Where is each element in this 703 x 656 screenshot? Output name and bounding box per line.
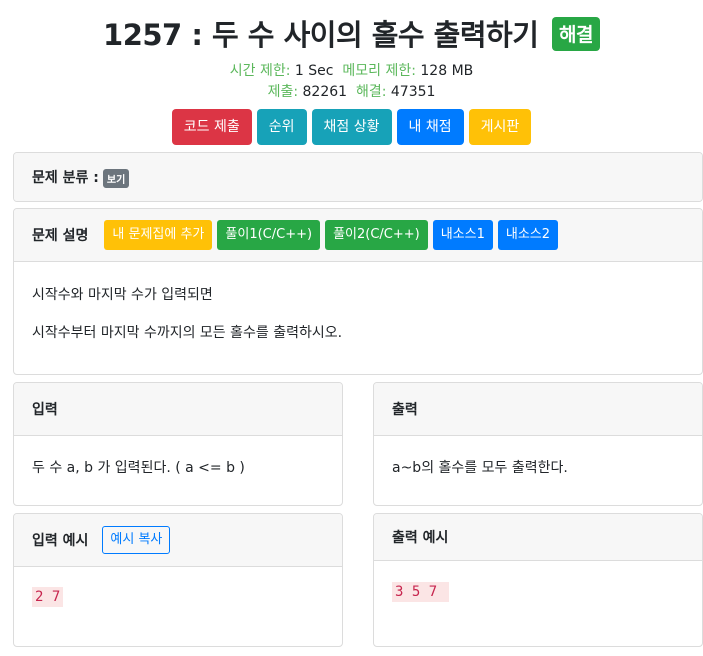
memory-limit-value: 128 MB [420,63,474,79]
category-view-button[interactable]: 보기 [102,168,130,188]
board-button[interactable]: 게시판 [468,109,532,145]
output-card: 출력 a~b의 홀수를 모두 출력한다. [373,382,703,506]
description-body: 시작수와 마지막 수가 입력되면 시작수부터 마지막 수까지의 모든 홀수를 출… [14,262,702,374]
mysource1-button[interactable]: 내소스1 [432,220,493,250]
time-limit-label: 시간 제한: [229,63,291,79]
judge-status-button[interactable]: 채점 상황 [311,109,392,145]
input-example-header: 입력 예시 예시 복사 [14,514,342,567]
output-example-label: 출력 예시 [392,530,449,546]
input-example-code: 2 7 [32,587,64,607]
input-header: 입력 [14,383,342,436]
input-body: 두 수 a, b 가 입력된다. ( a <= b ) [14,436,342,495]
limits-info: 시간 제한: 1 Sec 메모리 제한: 128 MB [0,60,703,80]
description-paragraph: 시작수와 마지막 수가 입력되면 [32,287,213,303]
input-label: 입력 [32,402,58,418]
solved-count-label: 해결: [355,84,387,100]
output-header: 출력 [374,383,702,436]
mysource2-button[interactable]: 내소스2 [497,220,559,250]
description-card: 문제 설명 내 문제집에 추가 풀이1(C/C++) 풀이2(C/C++) 내소… [13,208,703,375]
output-example-code: 3 5 7 [392,582,449,602]
solved-badge: 해결 [552,17,600,51]
input-example-card: 입력 예시 예시 복사 2 7 [13,513,343,647]
solution1-button[interactable]: 풀이1(C/C++) [217,220,321,250]
solved-count-value: 47351 [390,84,436,100]
time-limit-value: 1 Sec [294,63,334,79]
output-example-body: 3 5 7 [374,561,702,620]
input-text: 두 수 a, b 가 입력된다. ( a <= b ) [32,460,245,476]
memory-limit-label: 메모리 제한: [342,63,416,79]
copy-example-button[interactable]: 예시 복사 [102,526,171,554]
submit-count-label: 제출: [267,84,299,100]
ranking-button[interactable]: 순위 [256,109,307,145]
output-example-card: 출력 예시 3 5 7 [373,513,703,647]
title-separator: : [181,18,213,52]
output-label: 출력 [392,402,418,418]
output-body: a~b의 홀수를 모두 출력한다. [374,436,702,495]
category-card: 문제 분류 : 보기 [13,152,703,202]
submit-code-button[interactable]: 코드 제출 [171,109,252,145]
my-judge-button[interactable]: 내 채점 [396,109,464,145]
solution2-button[interactable]: 풀이2(C/C++) [325,220,428,250]
submit-count-value: 82261 [302,84,348,100]
stats-info: 제출: 82261 해결: 47351 [0,81,703,101]
category-label: 문제 분류 : [32,170,99,186]
problem-title: 두 수 사이의 홀수 출력하기 [212,18,539,52]
input-card: 입력 두 수 a, b 가 입력된다. ( a <= b ) [13,382,343,506]
page-title: 1257 : 두 수 사이의 홀수 출력하기 해결 [0,12,703,54]
input-example-label: 입력 예시 [32,533,89,549]
output-example-header: 출력 예시 [374,514,702,561]
problem-number: 1257 [103,18,182,52]
action-toolbar: 코드 제출 순위 채점 상황 내 채점 게시판 [0,109,703,145]
description-label: 문제 설명 [32,228,89,244]
category-header: 문제 분류 : 보기 [14,153,702,201]
output-text: a~b의 홀수를 모두 출력한다. [392,460,568,476]
add-to-problemset-button[interactable]: 내 문제집에 추가 [104,220,213,250]
description-header: 문제 설명 내 문제집에 추가 풀이1(C/C++) 풀이2(C/C++) 내소… [14,209,702,262]
description-paragraph: 시작수부터 마지막 수까지의 모든 홀수를 출력하시오. [32,325,343,341]
input-example-body: 2 7 [14,567,342,625]
